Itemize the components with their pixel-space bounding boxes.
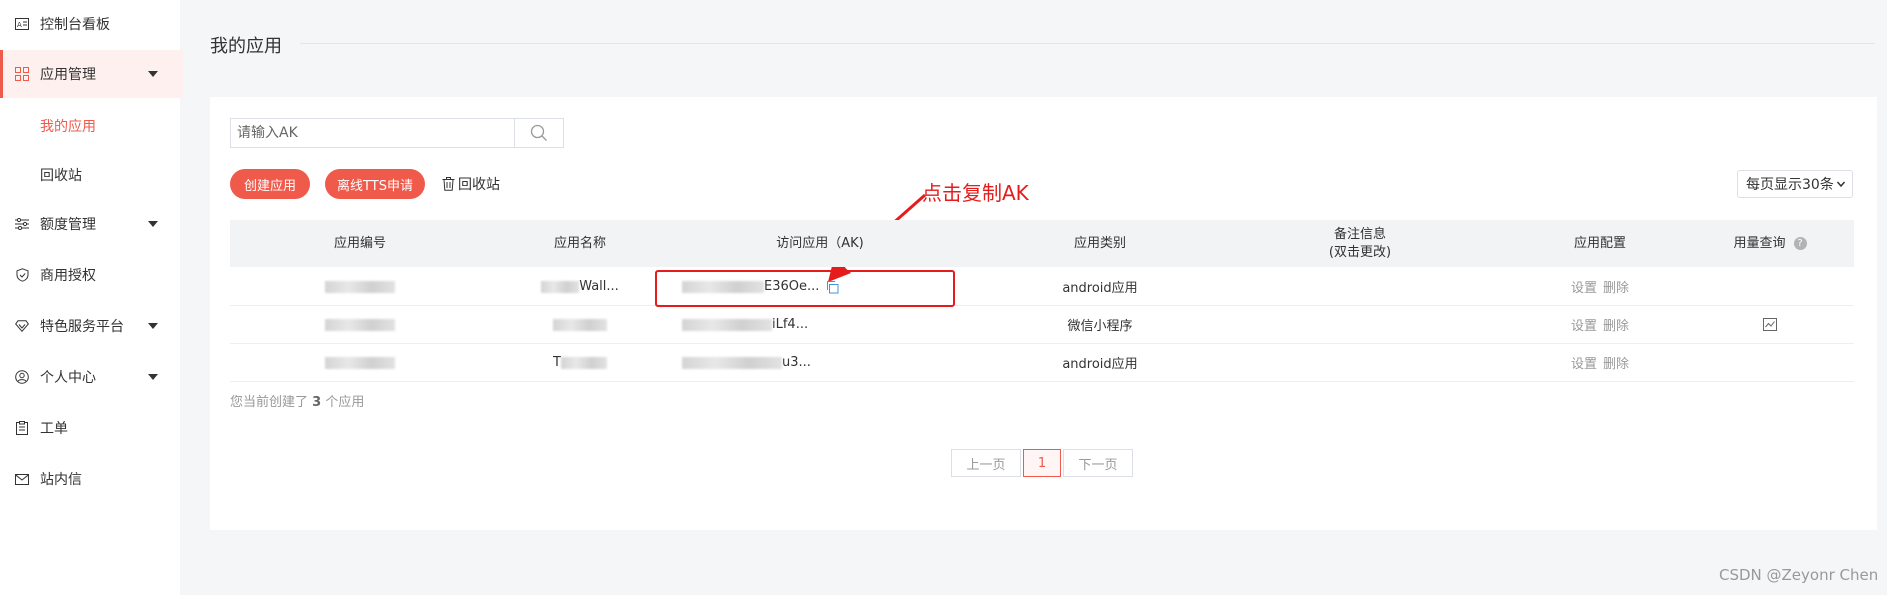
per-page-value: 每页显示30条 — [1746, 177, 1834, 193]
sidebar-item-label: 个人中心 — [40, 370, 96, 386]
app-id-cell — [290, 344, 430, 381]
ak-cell: u3... — [670, 344, 920, 381]
sidebar-item-label: 商用授权 — [40, 268, 96, 284]
page-1-button[interactable]: 1 — [1023, 449, 1061, 477]
app-name: Wall... — [579, 279, 619, 294]
mail-icon — [14, 471, 30, 487]
config-cell: 设置 删除 — [1530, 344, 1670, 381]
sliders-icon — [14, 216, 30, 232]
offline-tts-button[interactable]: 离线TTS申请 — [325, 169, 425, 199]
search-box — [230, 118, 564, 148]
config-cell: 设置 删除 — [1530, 268, 1670, 305]
summary-suffix: 个应用 — [325, 395, 365, 410]
app-name-cell: T — [510, 344, 650, 381]
app-name-cell: Wall... — [510, 268, 650, 305]
app-name: T — [553, 355, 561, 370]
app-type-cell: android应用 — [1062, 281, 1138, 296]
config-cell: 设置 删除 — [1530, 306, 1670, 343]
settings-link[interactable]: 设置 — [1571, 277, 1597, 296]
clipboard-icon — [14, 420, 30, 436]
page-title: 我的应用 — [210, 36, 282, 57]
delete-link[interactable]: 删除 — [1603, 315, 1629, 334]
app-count-summary: 您当前创建了 3 个应用 — [230, 391, 364, 410]
sidebar-item-work-order[interactable]: 工单 — [0, 404, 180, 452]
sidebar-item-label: 站内信 — [40, 472, 82, 488]
sidebar-item-inbox[interactable]: 站内信 — [0, 455, 180, 503]
sidebar-item-personal-center[interactable]: 个人中心 — [0, 353, 180, 401]
app-type-cell: 微信小程序 — [1067, 319, 1133, 334]
settings-link[interactable]: 设置 — [1571, 315, 1597, 334]
column-header: 应用名称 — [553, 235, 606, 251]
caret-down-icon — [148, 221, 158, 227]
recycle-bin-label: 回收站 — [458, 177, 500, 193]
sidebar-item-commercial-license[interactable]: 商用授权 — [0, 251, 180, 299]
table-row: iLf4... 微信小程序 设置 删除 — [230, 306, 1854, 344]
ak-cell: iLf4... — [670, 306, 920, 343]
diamond-icon — [14, 318, 30, 334]
title-divider — [300, 43, 1875, 44]
caret-down-icon — [148, 323, 158, 329]
ak-value[interactable]: u3... — [782, 355, 811, 370]
table-row: Wall... E36Oe... android应用 设置 删除 — [230, 268, 1854, 306]
trash-icon — [442, 177, 455, 191]
delete-link[interactable]: 删除 — [1603, 353, 1629, 372]
sidebar-item-label: 工单 — [40, 421, 68, 437]
sidebar-item-label: 应用管理 — [40, 67, 96, 83]
app-id-cell — [290, 268, 430, 305]
sidebar-subitem-recycle-bin[interactable]: 回收站 — [40, 165, 82, 185]
usage-query-header: 用量查询 — [1733, 235, 1786, 251]
per-page-select[interactable]: 每页显示30条 — [1737, 170, 1853, 198]
table-row: T u3... android应用 设置 删除 — [230, 344, 1854, 382]
remark-cell[interactable] — [1290, 344, 1430, 381]
summary-prefix: 您当前创建了 — [230, 395, 309, 410]
watermark: CSDN @Zeyonr Chen — [1719, 566, 1879, 584]
summary-count: 3 — [312, 395, 322, 410]
usage-cell — [1710, 306, 1830, 343]
sidebar-subitem-my-apps[interactable]: 我的应用 — [40, 116, 96, 136]
app-name-cell — [510, 306, 650, 343]
help-icon[interactable]: ? — [1793, 237, 1807, 250]
chevron-down-icon — [1836, 181, 1846, 188]
annotation-highlight-box — [655, 270, 955, 307]
search-input[interactable] — [231, 119, 517, 147]
sidebar: A 控制台看板 应用管理 我的应用 回收站 额度管理 商用授权 特色服务平台 个… — [0, 0, 183, 595]
caret-down-icon — [148, 71, 158, 77]
column-header: 访问应用（AK) — [776, 235, 864, 251]
search-button[interactable] — [514, 119, 563, 147]
app-id-cell — [290, 306, 430, 343]
sidebar-item-featured-services[interactable]: 特色服务平台 — [0, 302, 180, 350]
sidebar-item-dashboard[interactable]: A 控制台看板 — [0, 0, 180, 48]
next-page-button[interactable]: 下一页 — [1063, 449, 1133, 477]
dashboard-icon: A — [14, 16, 30, 32]
sidebar-item-app-management[interactable]: 应用管理 — [0, 50, 183, 98]
column-header: 应用类别 — [1073, 235, 1126, 251]
create-app-button[interactable]: 创建应用 — [230, 169, 310, 199]
remark-cell[interactable] — [1290, 306, 1430, 343]
usage-chart-icon[interactable] — [1763, 318, 1777, 331]
grid-icon — [14, 66, 30, 82]
sidebar-item-label: 特色服务平台 — [40, 319, 124, 335]
app-type-cell: android应用 — [1062, 357, 1138, 372]
caret-down-icon — [148, 374, 158, 380]
column-header: 应用编号 — [333, 235, 386, 251]
column-header: 备注信息 (双击更改) — [1328, 226, 1392, 260]
remark-cell[interactable] — [1290, 268, 1430, 305]
user-icon — [14, 369, 30, 385]
column-header: 用量查询 ? — [1710, 220, 1830, 267]
shield-icon — [14, 267, 30, 283]
delete-link[interactable]: 删除 — [1603, 277, 1629, 296]
settings-link[interactable]: 设置 — [1571, 353, 1597, 372]
prev-page-button[interactable]: 上一页 — [951, 449, 1021, 477]
column-header: 应用配置 — [1573, 235, 1626, 251]
search-icon — [530, 124, 547, 141]
sidebar-item-quota-management[interactable]: 额度管理 — [0, 200, 180, 248]
annotation-text: 点击复制AK — [922, 181, 1029, 205]
table-header: 应用编号 应用名称 访问应用（AK) 应用类别 备注信息 (双击更改) 应用配置… — [230, 220, 1854, 267]
ak-value[interactable]: iLf4... — [772, 317, 808, 332]
sidebar-item-label: 控制台看板 — [40, 17, 110, 33]
sidebar-item-label: 额度管理 — [40, 217, 96, 233]
svg-text:A: A — [17, 21, 22, 29]
recycle-bin-link[interactable]: 回收站 — [442, 174, 500, 194]
